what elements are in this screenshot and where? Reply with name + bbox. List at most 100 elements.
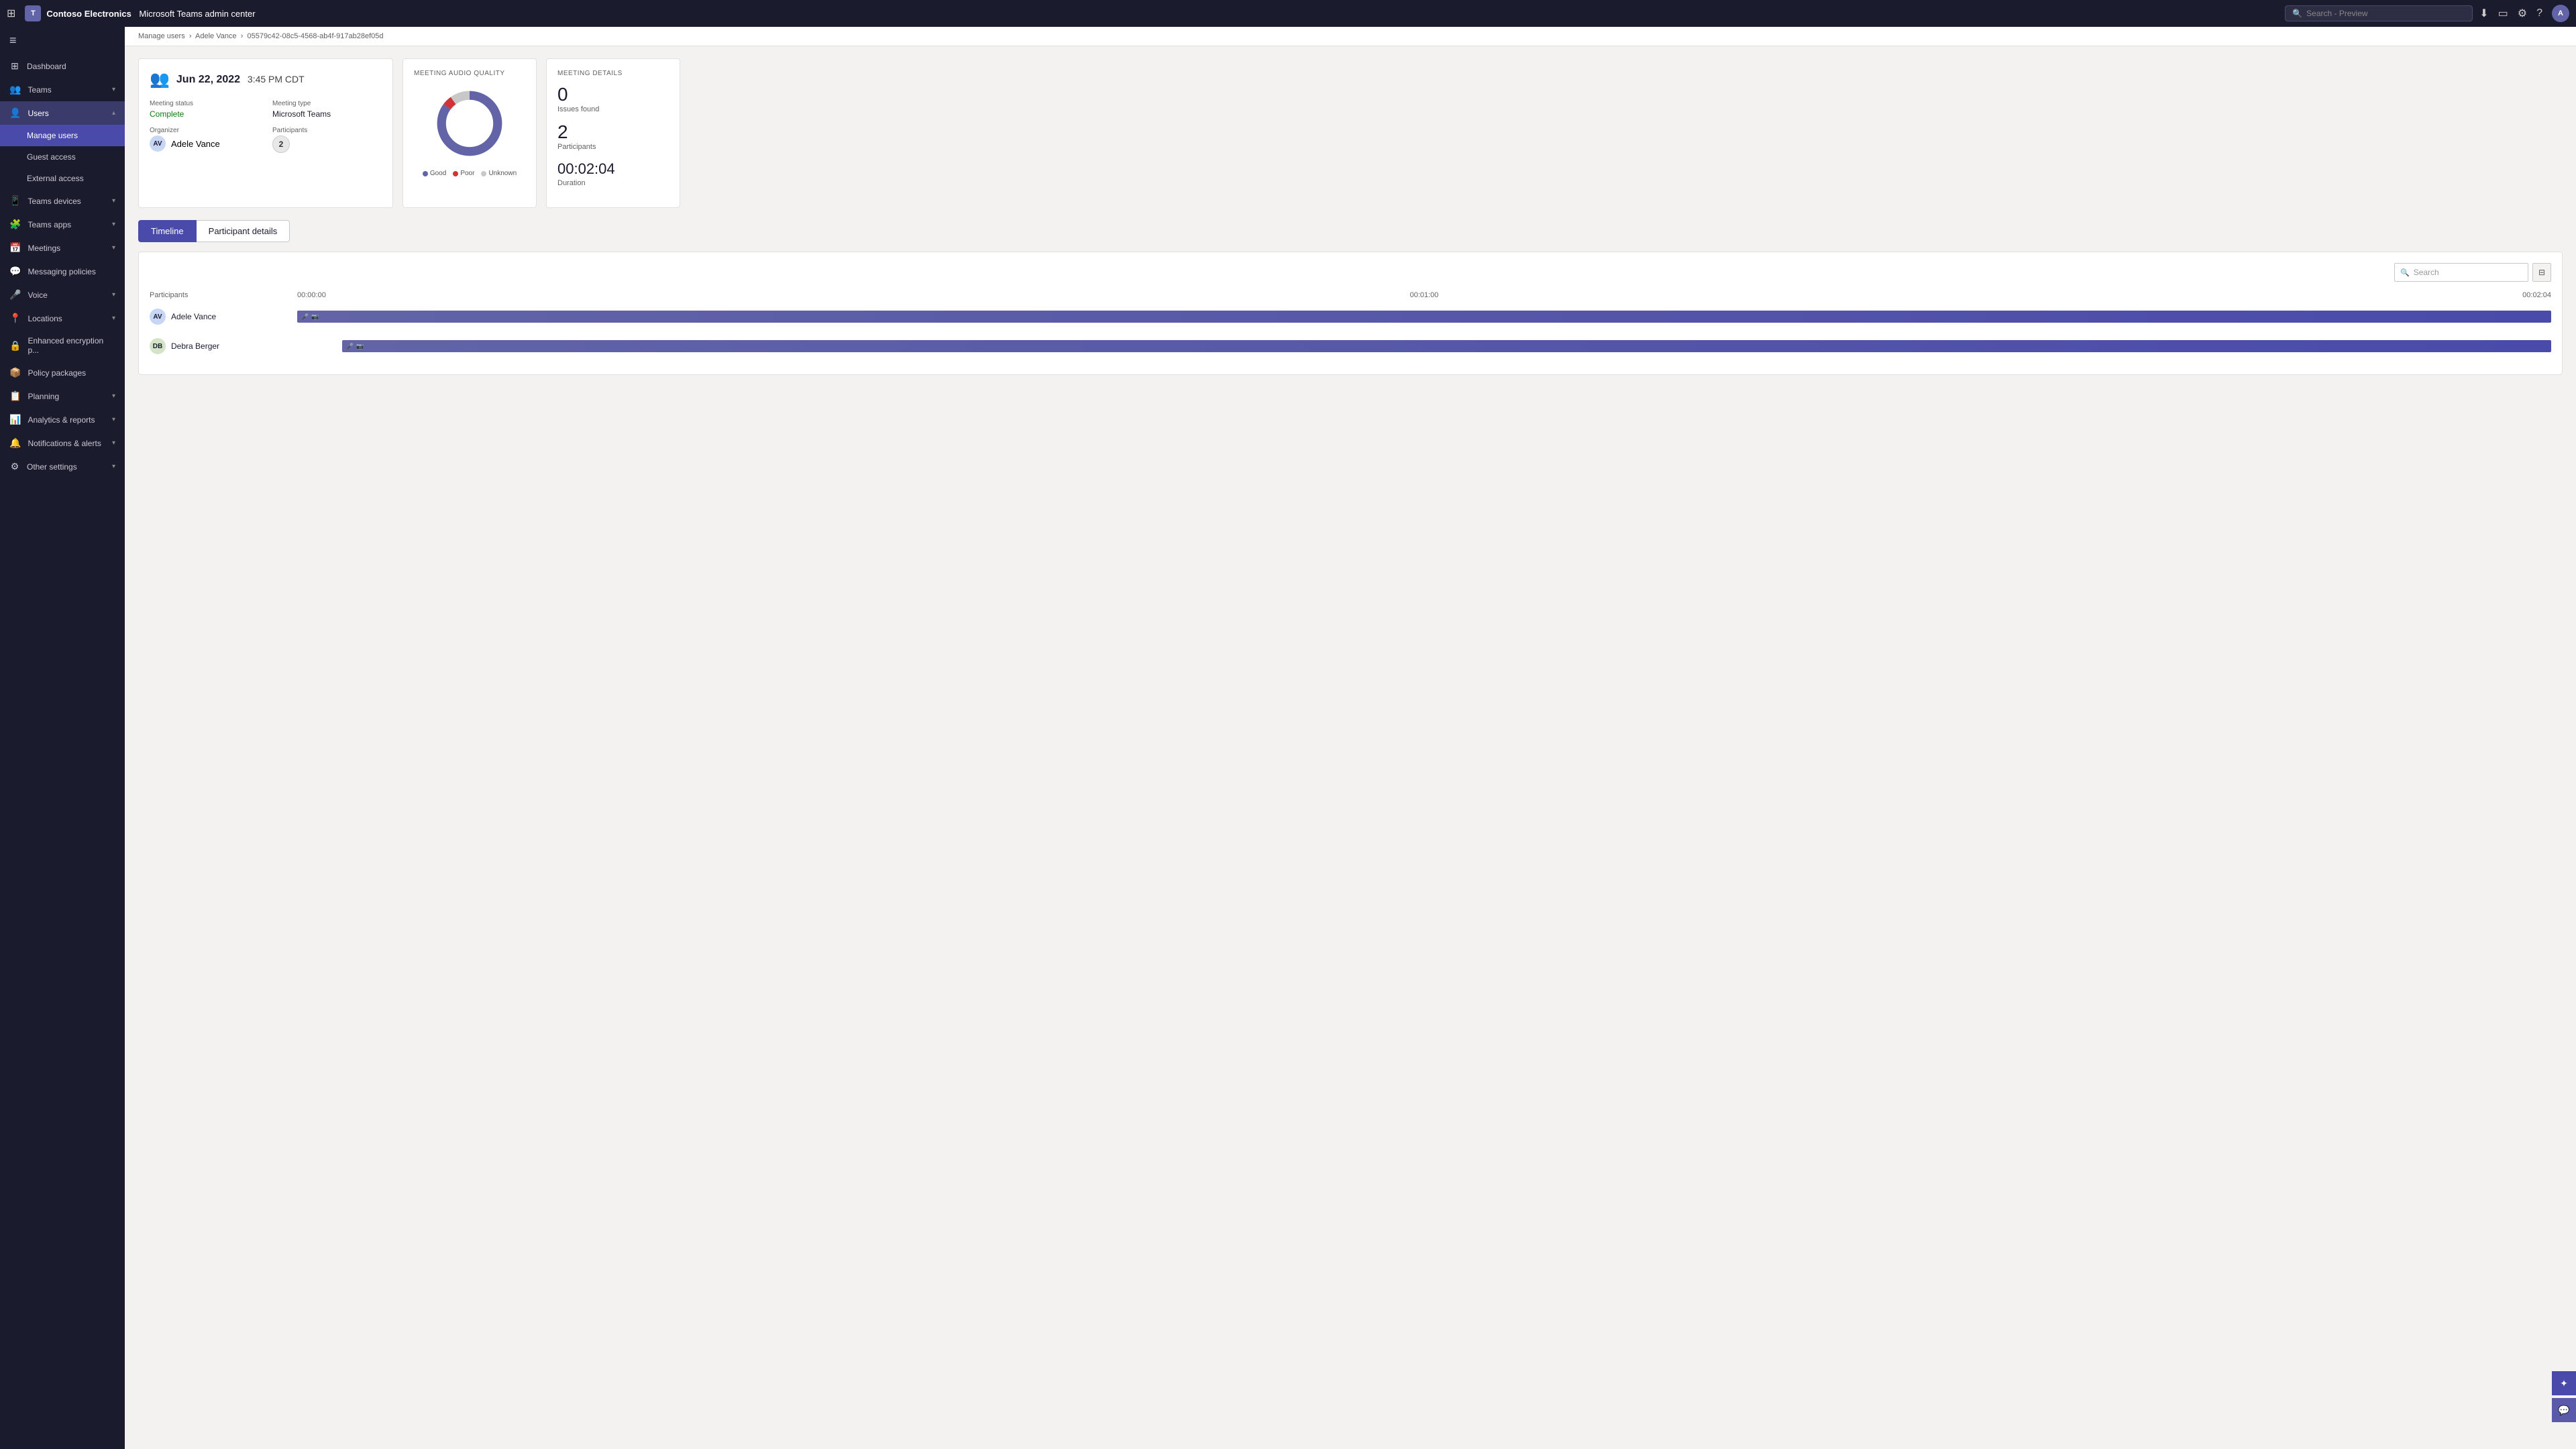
chevron-down-icon: ▾ xyxy=(112,197,115,205)
sidebar-item-guest-access[interactable]: Guest access xyxy=(0,146,125,168)
sidebar-item-analytics[interactable]: 📊 Analytics & reports ▾ xyxy=(0,408,125,431)
sidebar-label: Teams devices xyxy=(28,197,105,206)
sidebar-toggle[interactable]: ≡ xyxy=(0,27,125,54)
sidebar-item-manage-users[interactable]: Manage users xyxy=(0,125,125,146)
organizer-avatar: AV xyxy=(150,136,166,152)
meeting-header: 👥 Jun 22, 2022 3:45 PM CDT xyxy=(150,70,382,89)
participant-row-debra[interactable]: DB Debra Berger 🎤 📷 xyxy=(150,334,2551,358)
search-icon: 🔍 xyxy=(2400,268,2410,277)
organizer-name: Adele Vance xyxy=(171,139,220,149)
participants-label: Participants xyxy=(272,127,382,134)
floating-feedback-button[interactable]: 💬 xyxy=(2552,1398,2576,1422)
global-search[interactable]: 🔍 xyxy=(2285,5,2473,21)
sidebar-item-voice[interactable]: 🎤 Voice ▾ xyxy=(0,283,125,307)
sidebar-item-notifications[interactable]: 🔔 Notifications & alerts ▾ xyxy=(0,431,125,455)
chevron-down-icon: ▾ xyxy=(112,86,115,93)
filter-button[interactable]: ⊟ xyxy=(2532,263,2551,282)
meeting-time: 3:45 PM CDT xyxy=(248,74,305,85)
chart-legend: Good Poor Unknown xyxy=(423,170,517,177)
sidebar-label: Meetings xyxy=(28,244,105,253)
brand-name: Contoso Electronics xyxy=(46,9,131,19)
timeline-search-box[interactable]: 🔍 xyxy=(2394,263,2528,282)
camera-icon: 📷 xyxy=(311,313,319,321)
topbar: ⊞ T Contoso Electronics Microsoft Teams … xyxy=(0,0,2576,27)
download-icon[interactable]: ⬇ xyxy=(2479,7,2488,20)
sidebar-item-locations[interactable]: 📍 Locations ▾ xyxy=(0,307,125,330)
sidebar-label: Enhanced encryption p... xyxy=(28,336,115,355)
chevron-down-icon: ▾ xyxy=(112,221,115,228)
breadcrumb-user-name[interactable]: Adele Vance xyxy=(195,32,237,40)
adele-name: Adele Vance xyxy=(171,312,216,321)
issues-found-label: Issues found xyxy=(557,105,669,113)
teams-icon: 👥 xyxy=(9,84,21,95)
sidebar-label: Manage users xyxy=(27,131,115,140)
meeting-details-card: MEETING DETAILS 0 Issues found 2 Partici… xyxy=(546,58,680,208)
sidebar-label: Users xyxy=(28,109,105,118)
audio-quality-card: MEETING AUDIO QUALITY xyxy=(402,58,537,208)
apps-icon: 🧩 xyxy=(9,219,21,230)
mic-icon: 🎤 xyxy=(346,343,354,350)
chevron-down-icon: ▾ xyxy=(112,439,115,447)
sidebar-item-other-settings[interactable]: ⚙ Other settings ▾ xyxy=(0,455,125,478)
voice-icon: 🎤 xyxy=(9,289,21,301)
sidebar-label: Analytics & reports xyxy=(28,415,105,425)
window-icon[interactable]: ▭ xyxy=(2498,7,2508,20)
sidebar-label: Messaging policies xyxy=(28,267,115,276)
meeting-meta: Meeting status Complete Meeting type Mic… xyxy=(150,100,382,153)
issues-found-stat: 0 Issues found xyxy=(557,85,669,113)
meeting-status-group: Meeting status Complete xyxy=(150,100,259,119)
sidebar-item-teams-apps[interactable]: 🧩 Teams apps ▾ xyxy=(0,213,125,236)
settings-icon[interactable]: ⚙ xyxy=(2518,7,2527,20)
sidebar-item-teams-devices[interactable]: 📱 Teams devices ▾ xyxy=(0,189,125,213)
chevron-down-icon: ▾ xyxy=(112,315,115,322)
time-start: 00:00:00 xyxy=(297,291,326,299)
other-settings-icon: ⚙ xyxy=(9,461,20,472)
sidebar-label: Voice xyxy=(28,290,105,300)
sidebar-item-external-access[interactable]: External access xyxy=(0,168,125,189)
legend-poor-dot xyxy=(453,171,458,176)
sidebar-item-messaging[interactable]: 💬 Messaging policies xyxy=(0,260,125,283)
timeline-search-input[interactable] xyxy=(2414,268,2522,277)
sidebar-label: Dashboard xyxy=(27,62,115,71)
analytics-icon: 📊 xyxy=(9,414,21,425)
meeting-datetime: Jun 22, 2022 3:45 PM CDT xyxy=(176,74,305,86)
legend-poor: Poor xyxy=(453,170,474,177)
duration-value: 00:02:04 xyxy=(557,160,669,178)
tab-timeline[interactable]: Timeline xyxy=(138,220,197,242)
debra-avatar: DB xyxy=(150,338,166,354)
duration-label: Duration xyxy=(557,179,669,187)
floating-chat-button[interactable]: ✦ xyxy=(2552,1371,2576,1395)
meeting-icon: 👥 xyxy=(150,70,170,89)
user-avatar[interactable]: A xyxy=(2552,5,2569,22)
mic-icon: 🎤 xyxy=(301,313,309,321)
meetings-icon: 📅 xyxy=(9,242,21,254)
debra-track-bar: 🎤 📷 xyxy=(342,340,2551,352)
legend-good-dot xyxy=(423,171,428,176)
sidebar-item-dashboard[interactable]: ⊞ Dashboard xyxy=(0,54,125,78)
sidebar-label: Other settings xyxy=(27,462,105,472)
legend-unknown-dot xyxy=(481,171,486,176)
organizer-row: AV Adele Vance xyxy=(150,136,259,152)
meeting-info-card: 👥 Jun 22, 2022 3:45 PM CDT Meeting statu… xyxy=(138,58,393,208)
sidebar-item-teams[interactable]: 👥 Teams ▾ xyxy=(0,78,125,101)
sidebar-item-meetings[interactable]: 📅 Meetings ▾ xyxy=(0,236,125,260)
sidebar-item-encryption[interactable]: 🔒 Enhanced encryption p... xyxy=(0,330,125,361)
issues-found-number: 0 xyxy=(557,85,669,104)
sidebar-item-policy-packages[interactable]: 📦 Policy packages xyxy=(0,361,125,384)
sidebar-item-users[interactable]: 👤 Users ▴ xyxy=(0,101,125,125)
tabs-bar: Timeline Participant details xyxy=(138,220,2563,242)
search-input[interactable] xyxy=(2306,9,2465,18)
debra-name: Debra Berger xyxy=(171,341,219,351)
dashboard-icon: ⊞ xyxy=(9,60,20,72)
help-icon[interactable]: ? xyxy=(2536,7,2542,19)
sidebar-label: Guest access xyxy=(27,152,115,162)
sidebar-item-planning[interactable]: 📋 Planning ▾ xyxy=(0,384,125,408)
participant-row-adele[interactable]: AV Adele Vance 🎤 📷 xyxy=(150,305,2551,329)
meeting-details-title: MEETING DETAILS xyxy=(557,70,669,77)
timeline-header: 🔍 ⊟ xyxy=(150,263,2551,282)
debra-track: 🎤 📷 xyxy=(297,340,2551,352)
tab-participant-details[interactable]: Participant details xyxy=(197,220,290,242)
waffle-icon[interactable]: ⊞ xyxy=(7,7,15,20)
breadcrumb-manage-users[interactable]: Manage users xyxy=(138,32,185,40)
filter-icon: ⊟ xyxy=(2538,268,2545,277)
